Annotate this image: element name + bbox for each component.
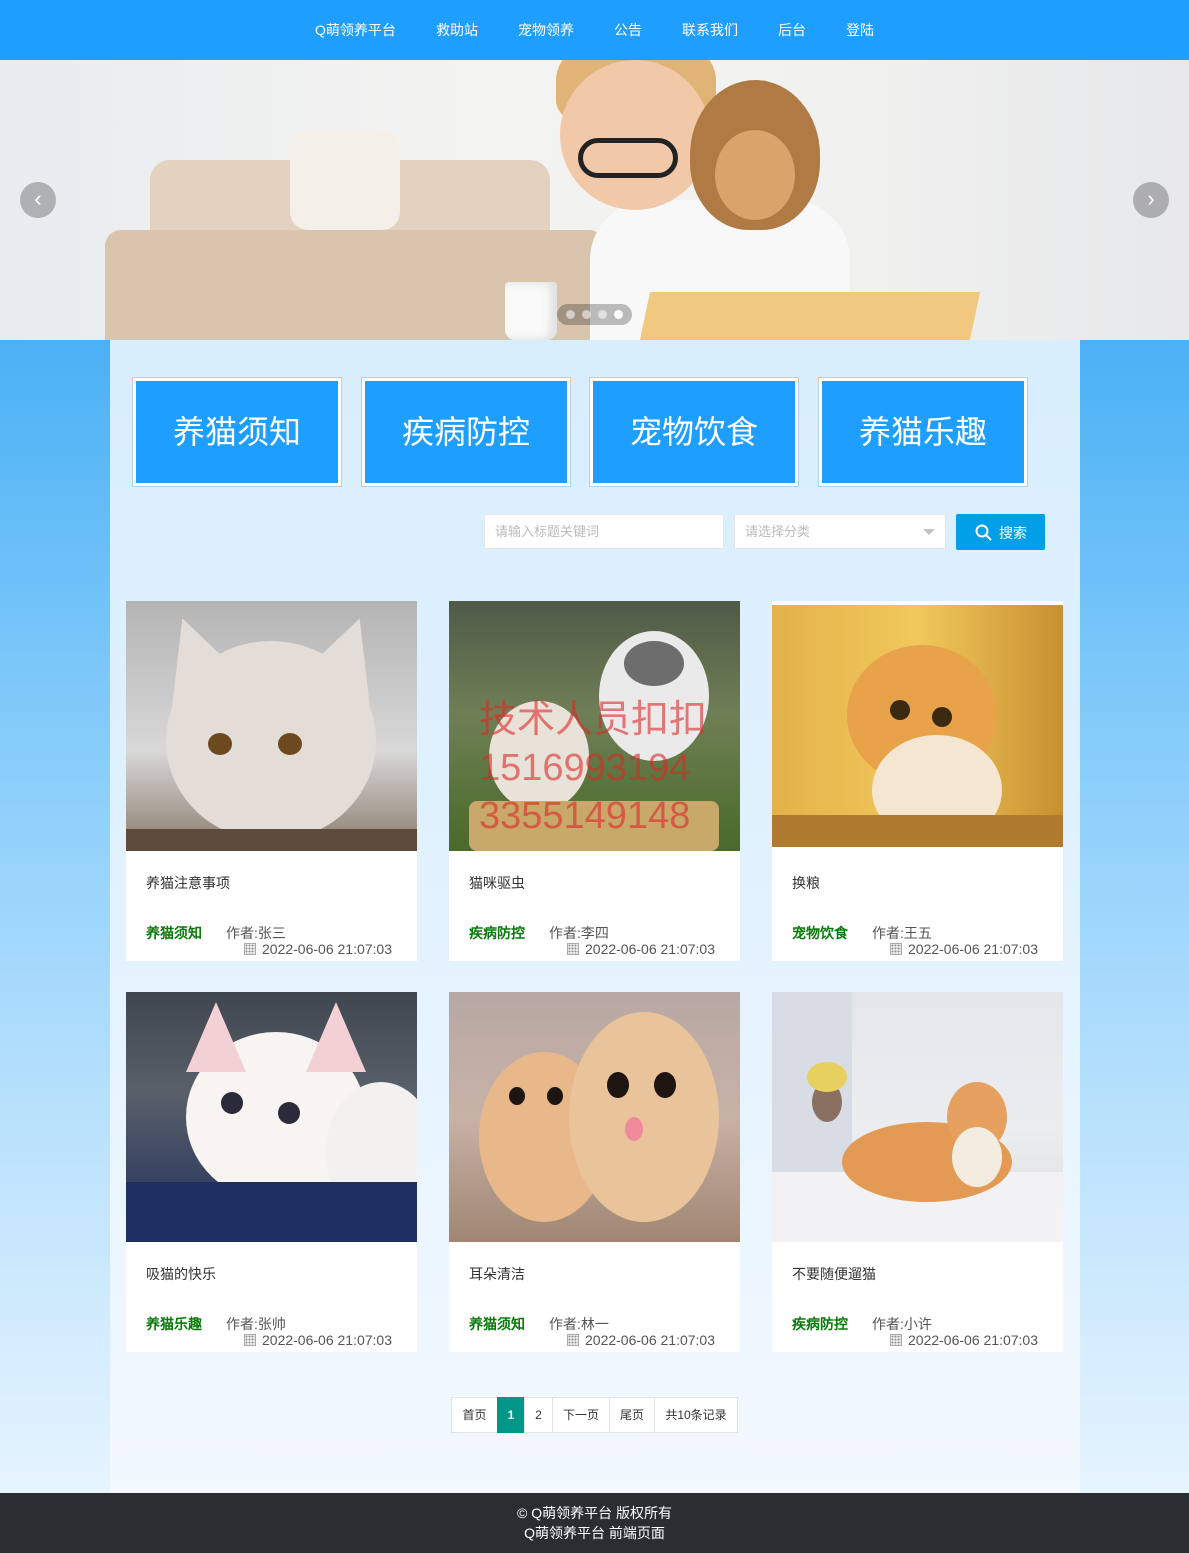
article-title[interactable]: 换粮 <box>792 873 820 893</box>
article-author: 作者:小许 <box>872 1316 932 1332</box>
article-title[interactable]: 猫咪驱虫 <box>469 873 525 893</box>
search-button[interactable]: 搜索 <box>956 514 1045 550</box>
footer-subtitle: Q萌领养平台 前端页面 <box>524 1525 665 1541</box>
article-card[interactable]: 换粮 宠物饮食 作者:王五 2022-06-06 21:07:03 <box>772 601 1063 961</box>
category-select[interactable]: 请选择分类 <box>734 514 946 549</box>
footer-copyright: © Q萌领养平台 版权所有 <box>517 1505 672 1521</box>
search-input[interactable] <box>484 514 724 549</box>
calendar-icon <box>890 943 902 955</box>
top-nav: Q萌领养平台 救助站 宠物领养 公告 联系我们 后台 登陆 <box>0 0 1189 60</box>
pager-last[interactable]: 尾页 <box>609 1397 655 1433</box>
footer: © Q萌领养平台 版权所有 Q萌领养平台 前端页面 <box>0 1493 1189 1553</box>
article-category[interactable]: 养猫须知 <box>469 1314 525 1334</box>
category-tile-pet-diet[interactable]: 宠物饮食 <box>589 377 799 487</box>
article-card[interactable]: 吸猫的快乐 养猫乐趣 作者:张帅 2022-06-06 21:07:03 <box>126 992 417 1352</box>
article-time: 2022-06-06 21:07:03 <box>567 1332 715 1348</box>
calendar-icon <box>567 1334 579 1346</box>
calendar-icon <box>244 943 256 955</box>
article-author: 作者:王五 <box>872 925 932 941</box>
article-time: 2022-06-06 21:07:03 <box>244 1332 392 1348</box>
carousel-next-button[interactable]: › <box>1133 182 1169 218</box>
carousel-dot[interactable] <box>598 310 607 319</box>
category-tile-cat-fun[interactable]: 养猫乐趣 <box>818 377 1028 487</box>
pager-first[interactable]: 首页 <box>451 1397 498 1433</box>
carousel-dot[interactable] <box>566 310 575 319</box>
caret-down-icon <box>923 529 935 535</box>
article-category[interactable]: 宠物饮食 <box>792 923 848 943</box>
article-thumbnail-kittens-basket: 技术人员扣扣 1516993194 3355149148 <box>449 601 740 851</box>
calendar-icon <box>244 1334 256 1346</box>
article-thumbnail-tabby-cat <box>772 992 1063 1242</box>
article-card[interactable]: 不要随便遛猫 疾病防控 作者:小许 2022-06-06 21:07:03 <box>772 992 1063 1352</box>
article-author: 作者:林一 <box>549 1316 609 1332</box>
search-button-label: 搜索 <box>999 525 1027 541</box>
article-card[interactable]: 养猫注意事项 养猫须知 作者:张三 2022-06-06 21:07:03 <box>126 601 417 961</box>
image-watermark: 技术人员扣扣 1516993194 3355149148 <box>479 699 708 837</box>
pager-next[interactable]: 下一页 <box>552 1397 610 1433</box>
article-time: 2022-06-06 21:07:03 <box>244 941 392 957</box>
chevron-left-icon: ‹ <box>34 186 42 211</box>
pager-total: 共10条记录 <box>654 1397 738 1433</box>
calendar-icon <box>890 1334 902 1346</box>
calendar-icon <box>567 943 579 955</box>
article-title[interactable]: 养猫注意事项 <box>146 873 230 893</box>
pager-page-current[interactable]: 1 <box>497 1397 525 1433</box>
category-select-placeholder: 请选择分类 <box>745 524 811 539</box>
article-thumbnail-white-kitten <box>126 992 417 1242</box>
carousel-prev-button[interactable]: ‹ <box>20 182 56 218</box>
carousel-dot-active[interactable] <box>614 310 623 319</box>
article-thumbnail-orange-cat <box>772 605 1063 847</box>
article-category[interactable]: 疾病防控 <box>469 923 525 943</box>
nav-contact-us[interactable]: 联系我们 <box>682 0 738 60</box>
article-author: 作者:张三 <box>226 925 286 941</box>
nav-admin[interactable]: 后台 <box>778 0 806 60</box>
category-tile-disease-control[interactable]: 疾病防控 <box>361 377 571 487</box>
nav-pet-adoption[interactable]: 宠物领养 <box>518 0 574 60</box>
banner-carousel: ‹ › <box>0 60 1189 340</box>
article-category[interactable]: 养猫乐趣 <box>146 1314 202 1334</box>
chevron-right-icon: › <box>1147 186 1155 211</box>
article-category[interactable]: 养猫须知 <box>146 923 202 943</box>
nav-home-brand[interactable]: Q萌领养平台 <box>315 0 396 60</box>
article-time: 2022-06-06 21:07:03 <box>890 1332 1038 1348</box>
nav-rescue-station[interactable]: 救助站 <box>436 0 478 60</box>
article-time: 2022-06-06 21:07:03 <box>567 941 715 957</box>
category-tile-cat-care[interactable]: 养猫须知 <box>132 377 342 487</box>
article-time: 2022-06-06 21:07:03 <box>890 941 1038 957</box>
article-author: 作者:张帅 <box>226 1316 286 1332</box>
article-card[interactable]: 耳朵清洁 养猫须知 作者:林一 2022-06-06 21:07:03 <box>449 992 740 1352</box>
article-thumbnail-kitten-gray <box>126 601 417 851</box>
article-author: 作者:李四 <box>549 925 609 941</box>
search-icon <box>975 524 992 541</box>
article-title[interactable]: 不要随便遛猫 <box>792 1264 876 1284</box>
article-thumbnail-two-cats <box>449 992 740 1242</box>
article-category[interactable]: 疾病防控 <box>792 1314 848 1334</box>
article-card[interactable]: 技术人员扣扣 1516993194 3355149148 猫咪驱虫 疾病防控 作… <box>449 601 740 961</box>
article-title[interactable]: 吸猫的快乐 <box>146 1264 216 1284</box>
article-title[interactable]: 耳朵清洁 <box>469 1264 525 1284</box>
nav-announcements[interactable]: 公告 <box>614 0 642 60</box>
pager-page[interactable]: 2 <box>524 1397 553 1433</box>
carousel-indicators <box>557 304 632 325</box>
nav-login[interactable]: 登陆 <box>846 0 874 60</box>
carousel-dot[interactable] <box>582 310 591 319</box>
